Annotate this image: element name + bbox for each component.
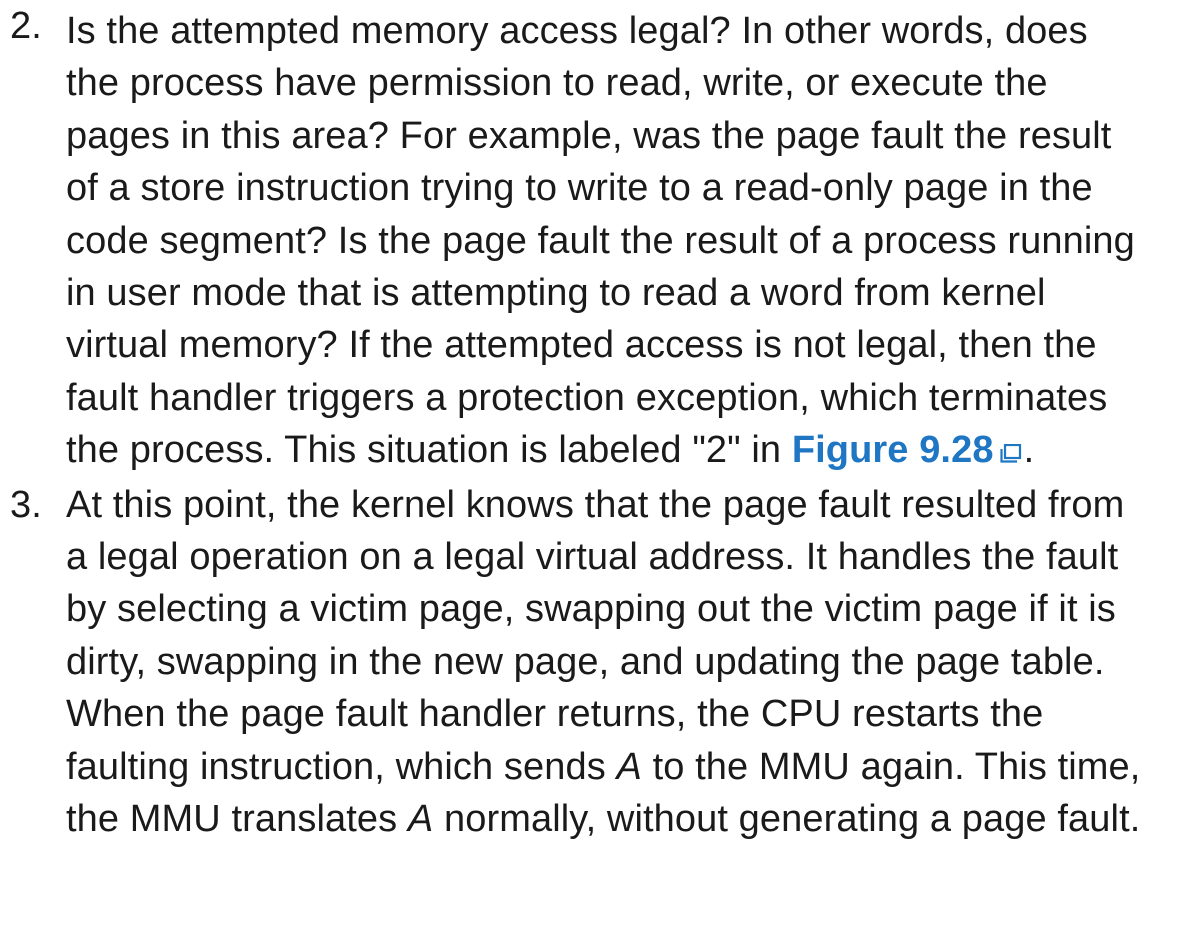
text-line: code segment? Is the page fault the resu… [66, 219, 1135, 262]
text-line: When the page fault handler returns, the… [66, 693, 1044, 736]
text-segment: faulting instruction, which sends [66, 745, 617, 788]
text-segment: . [1023, 429, 1035, 472]
variable-a: A [616, 745, 642, 788]
figure-link[interactable]: Figure 9.28 [792, 429, 1024, 471]
text-line: dirty, swapping in the new page, and upd… [66, 640, 1105, 683]
text-line: a legal operation on a legal virtual add… [66, 536, 1119, 579]
text-segment: the MMU translates [66, 798, 408, 841]
list-number: 2. [10, 5, 42, 47]
text-line: in user mode that is attempting to read … [66, 272, 1046, 315]
figure-link-label: Figure 9.28 [791, 429, 994, 472]
text-segment: to the MMU again. This time, [641, 745, 1141, 788]
numbered-list: 2. Is the attempted memory access legal?… [0, 0, 1200, 846]
text-line: faulting instruction, which sends A to t… [66, 741, 1200, 793]
text-segment: normally, without generating a page faul… [433, 798, 1141, 841]
text-line: fault handler triggers a protection exce… [66, 376, 1108, 419]
list-item-2: 2. Is the attempted memory access legal?… [0, 0, 1200, 477]
text-line: by selecting a victim page, swapping out… [66, 588, 1116, 631]
text-line: the MMU translates A normally, without g… [66, 793, 1200, 845]
variable-a: A [407, 798, 434, 841]
text-line: At this point, the kernel knows that the… [66, 483, 1125, 526]
text-line: the process. This situation is labeled "… [66, 424, 1200, 476]
text-line: virtual memory? If the attempted access … [66, 324, 1097, 367]
text-line: the process have permission to read, wri… [66, 62, 1048, 105]
list-number: 3. [10, 483, 42, 526]
text-segment: the process. This situation is labeled "… [66, 429, 792, 472]
text-line: of a store instruction trying to write t… [66, 167, 1093, 210]
text-line: pages in this area? For example, was the… [66, 114, 1112, 157]
external-link-icon [999, 444, 1021, 463]
text-line: Is the attempted memory access legal? In… [66, 10, 1088, 52]
list-item-3: 3. At this point, the kernel knows that … [0, 479, 1200, 846]
